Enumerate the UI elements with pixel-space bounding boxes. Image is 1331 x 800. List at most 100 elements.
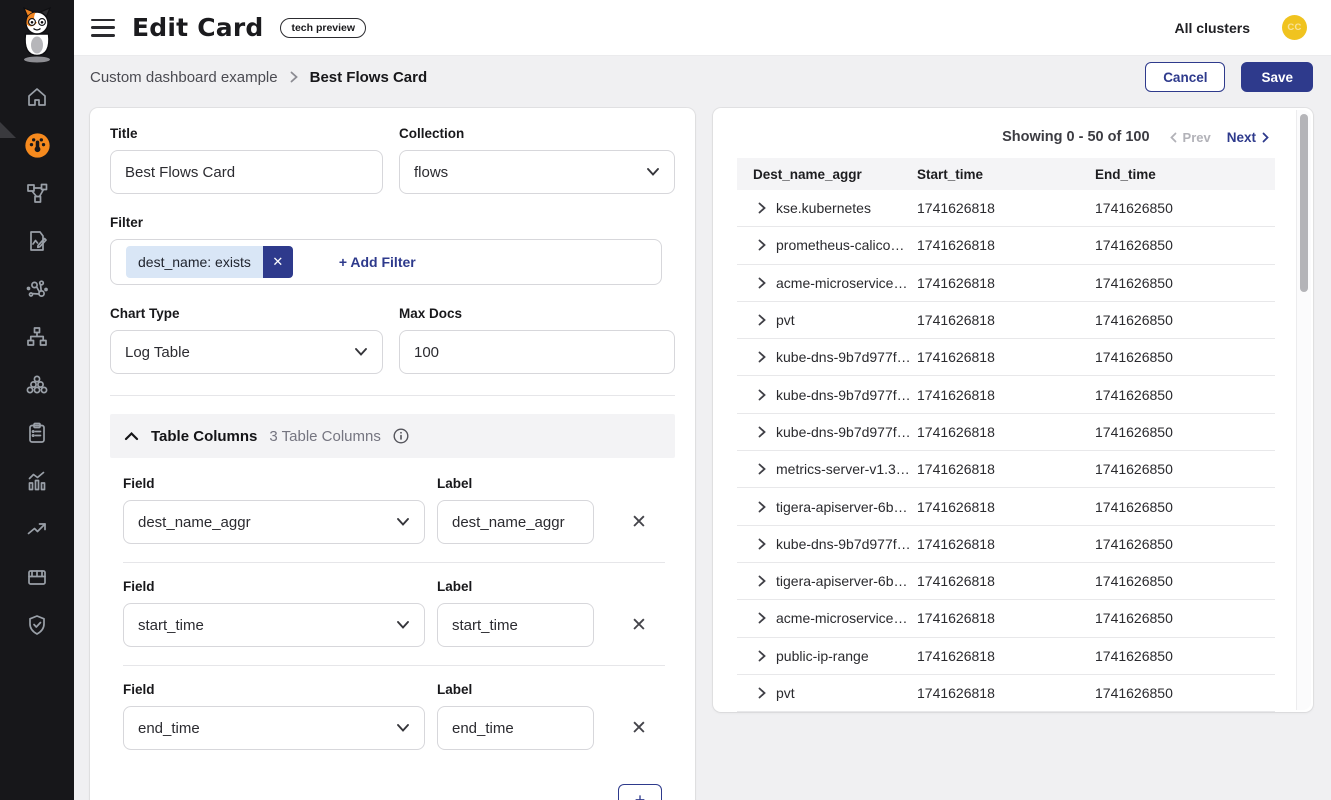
table-columns-list: Field dest_name_aggr Label ✕ Field start… [123, 476, 665, 768]
expand-row-icon[interactable] [758, 463, 766, 475]
hamburger-menu-icon[interactable] [90, 18, 116, 38]
remove-filter-icon[interactable]: ✕ [263, 246, 293, 278]
next-page-button[interactable]: Next [1227, 130, 1269, 145]
end-time-cell: 1741626850 [1095, 312, 1275, 328]
table-row[interactable]: tigera-apiserver-6b… 1741626818 17416268… [737, 488, 1275, 525]
table-row[interactable]: kube-dns-9b7d977f… 1741626818 1741626850 [737, 414, 1275, 451]
package-icon[interactable] [23, 565, 51, 589]
chevron-down-icon [646, 167, 660, 177]
expand-row-icon[interactable] [758, 538, 766, 550]
table-row[interactable]: kse.kubernetes 1741626818 1741626850 [737, 190, 1275, 227]
dest-name-cell: tigera-apiserver-6b… [776, 499, 908, 515]
field-value: dest_name_aggr [138, 514, 251, 531]
graph-icon[interactable] [23, 277, 51, 301]
expand-row-icon[interactable] [758, 612, 766, 624]
remove-column-icon[interactable]: ✕ [624, 507, 654, 537]
cluster-selector[interactable]: All clusters [1175, 20, 1250, 36]
dest-name-cell: acme-microservice… [776, 610, 907, 626]
column-header-dest: Dest_name_aggr [753, 167, 917, 182]
bar-chart-icon[interactable] [23, 469, 51, 493]
filter-box[interactable]: dest_name: exists ✕ + Add Filter [110, 239, 662, 285]
expand-row-icon[interactable] [758, 389, 766, 401]
expand-row-icon[interactable] [758, 650, 766, 662]
expand-row-icon[interactable] [758, 277, 766, 289]
cluster-icon[interactable] [23, 373, 51, 397]
table-row[interactable]: metrics-server-v1.3… 1741626818 17416268… [737, 451, 1275, 488]
table-columns-header[interactable]: Table Columns 3 Table Columns [110, 414, 675, 458]
filter-chip: dest_name: exists ✕ [126, 246, 293, 278]
column-header-end: End_time [1095, 167, 1275, 182]
filter-chip-text: dest_name: exists [126, 246, 263, 278]
table-row[interactable]: pvt 1741626818 1741626850 [737, 675, 1275, 712]
table-row[interactable]: pvt 1741626818 1741626850 [737, 302, 1275, 339]
label-label: Label [437, 682, 594, 697]
dest-name-cell: prometheus-calico… [776, 237, 904, 253]
expand-row-icon[interactable] [758, 202, 766, 214]
field-label: Field [123, 476, 425, 491]
table-body: kse.kubernetes 1741626818 1741626850 pro… [737, 190, 1275, 712]
end-time-cell: 1741626850 [1095, 275, 1275, 291]
collection-select[interactable]: flows [399, 150, 675, 194]
breadcrumb-parent-link[interactable]: Custom dashboard example [90, 69, 278, 86]
label-label: Label [437, 579, 594, 594]
remove-column-icon[interactable]: ✕ [624, 713, 654, 743]
expand-row-icon[interactable] [758, 314, 766, 326]
table-row[interactable]: tigera-apiserver-6b… 1741626818 17416268… [737, 563, 1275, 600]
expand-row-icon[interactable] [758, 687, 766, 699]
field-label: Field [123, 682, 425, 697]
topology-icon[interactable] [23, 181, 51, 205]
start-time-cell: 1741626818 [917, 424, 1095, 440]
trend-icon[interactable] [23, 517, 51, 541]
dest-name-cell: kse.kubernetes [776, 200, 871, 216]
results-card: Showing 0 - 50 of 100 Prev Next Dest_nam… [713, 108, 1313, 712]
clipboard-icon[interactable] [23, 421, 51, 445]
report-edit-icon[interactable] [23, 229, 51, 253]
expand-row-icon[interactable] [758, 239, 766, 251]
add-filter-button[interactable]: + Add Filter [339, 254, 416, 270]
label-input[interactable] [437, 603, 594, 647]
chart-type-select[interactable]: Log Table [110, 330, 383, 374]
max-docs-input[interactable] [399, 330, 675, 374]
label-input[interactable] [437, 706, 594, 750]
field-select[interactable]: end_time [123, 706, 425, 750]
end-time-cell: 1741626850 [1095, 610, 1275, 626]
sidebar [0, 0, 74, 800]
info-icon[interactable] [393, 428, 409, 444]
scrollbar-thumb[interactable] [1300, 114, 1308, 292]
sidebar-nav [0, 64, 74, 637]
add-column-button[interactable]: + [618, 784, 662, 800]
title-label: Title [110, 126, 383, 141]
table-row[interactable]: public-ip-range 1741626818 1741626850 [737, 638, 1275, 675]
prev-page-button[interactable]: Prev [1170, 130, 1211, 145]
title-input[interactable] [110, 150, 383, 194]
save-button[interactable]: Save [1241, 62, 1313, 92]
table-row[interactable]: prometheus-calico… 1741626818 1741626850 [737, 227, 1275, 264]
dashboard-icon[interactable] [23, 133, 51, 157]
expand-row-icon[interactable] [758, 501, 766, 513]
cancel-button[interactable]: Cancel [1145, 62, 1225, 92]
chart-type-value: Log Table [125, 344, 190, 361]
table-row[interactable]: kube-dns-9b7d977f… 1741626818 1741626850 [737, 339, 1275, 376]
end-time-cell: 1741626850 [1095, 237, 1275, 253]
expand-row-icon[interactable] [758, 575, 766, 587]
sitemap-icon[interactable] [23, 325, 51, 349]
table-row[interactable]: kube-dns-9b7d977f… 1741626818 1741626850 [737, 376, 1275, 413]
expand-row-icon[interactable] [758, 426, 766, 438]
shield-check-icon[interactable] [23, 613, 51, 637]
start-time-cell: 1741626818 [917, 349, 1095, 365]
page-title: Edit Card [132, 13, 263, 42]
topbar: Edit Card tech preview All clusters CC [74, 0, 1331, 56]
remove-column-icon[interactable]: ✕ [624, 610, 654, 640]
label-input[interactable] [437, 500, 594, 544]
avatar[interactable]: CC [1282, 15, 1307, 40]
field-select[interactable]: start_time [123, 603, 425, 647]
start-time-cell: 1741626818 [917, 610, 1095, 626]
table-row[interactable]: acme-microservice… 1741626818 1741626850 [737, 600, 1275, 637]
scrollbar-track[interactable] [1296, 110, 1311, 710]
home-icon[interactable] [23, 85, 51, 109]
table-row[interactable]: acme-microservice… 1741626818 1741626850 [737, 265, 1275, 302]
table-row[interactable]: kube-dns-9b7d977f… 1741626818 1741626850 [737, 526, 1275, 563]
calico-cat-logo[interactable] [0, 0, 74, 64]
field-select[interactable]: dest_name_aggr [123, 500, 425, 544]
expand-row-icon[interactable] [758, 351, 766, 363]
